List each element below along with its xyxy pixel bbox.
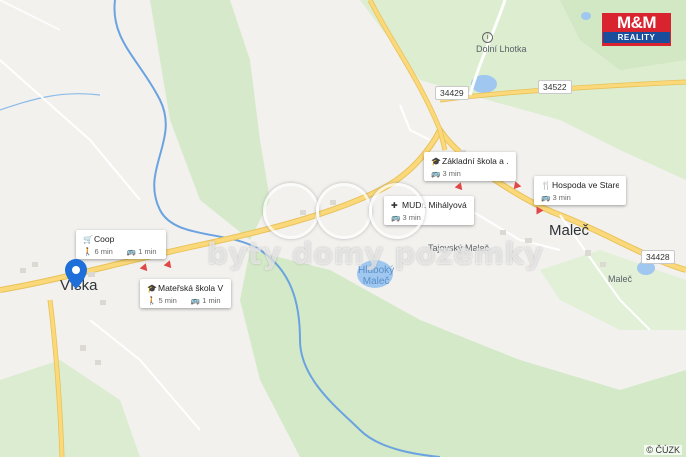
map-canvas[interactable]: Víska Maleč Dolní Lhotka Maleč Hluboký M… [0,0,686,457]
logo-line2: REALITY [603,32,670,43]
fork-knife-icon: 🍴 [541,181,551,190]
graduation-cap-icon: 🎓 [147,284,157,293]
watermark-house-icon [316,183,372,239]
poi-card-materska-skola[interactable]: 🎓Mateřská škola Ví... 🚶 5 min 🚌 1 min [140,279,231,308]
road-shield-34428: 34428 [641,250,675,264]
watermark-arrow-icon [263,183,319,239]
watermark-land-icon [369,183,425,239]
poi-title: Mateřská škola Ví... [158,283,224,293]
location-pin-icon[interactable] [65,259,87,289]
poi-pointer-icon [536,206,544,215]
poi-card-coop[interactable]: 🛒Coop 🚶 6 min 🚌 1 min [76,230,166,259]
walk-icon: 🚶 6 min [83,247,113,256]
walk-icon: 🚶 5 min [147,296,177,305]
place-label-dolni-lhotka: Dolní Lhotka [476,44,527,54]
car-icon: 🚌 1 min [190,296,221,305]
logo-line1: M&M [616,13,657,32]
watermark-text: byty domy pozemky [207,237,544,271]
poi-card-zakladni-skola[interactable]: 🎓Základní škola a ... 🚌 3 min [424,152,516,181]
poi-drive-time: 3 min [442,169,461,178]
road-shield-34429: 34429 [435,86,469,100]
car-icon: 🚌 3 min [431,169,461,178]
road-shield-34522: 34522 [538,80,572,94]
info-icon[interactable]: i [482,32,493,43]
poi-title: Základní škola a ... [442,156,509,166]
poi-title: Hospoda ve Stare... [552,180,619,190]
poi-title: Coop [94,234,115,244]
poi-walk-time: 6 min [94,247,113,256]
poi-drive-time: 1 min [202,296,221,305]
cart-icon: 🛒 [83,235,93,244]
car-icon: 🚌 1 min [126,247,157,256]
graduation-cap-icon: 🎓 [431,157,441,166]
poi-walk-time: 5 min [158,296,177,305]
mm-reality-logo[interactable]: M&M REALITY [602,13,671,46]
copyright-label[interactable]: © ČÚZK [644,445,682,455]
poi-drive-time: 3 min [552,193,571,202]
place-label-malec-small: Maleč [608,274,633,284]
place-label-malec: Maleč [549,222,590,239]
car-icon: 🚌 3 min [541,193,571,202]
poi-drive-time: 1 min [138,247,157,256]
poi-card-hospoda[interactable]: 🍴Hospoda ve Stare... 🚌 3 min [534,176,626,205]
